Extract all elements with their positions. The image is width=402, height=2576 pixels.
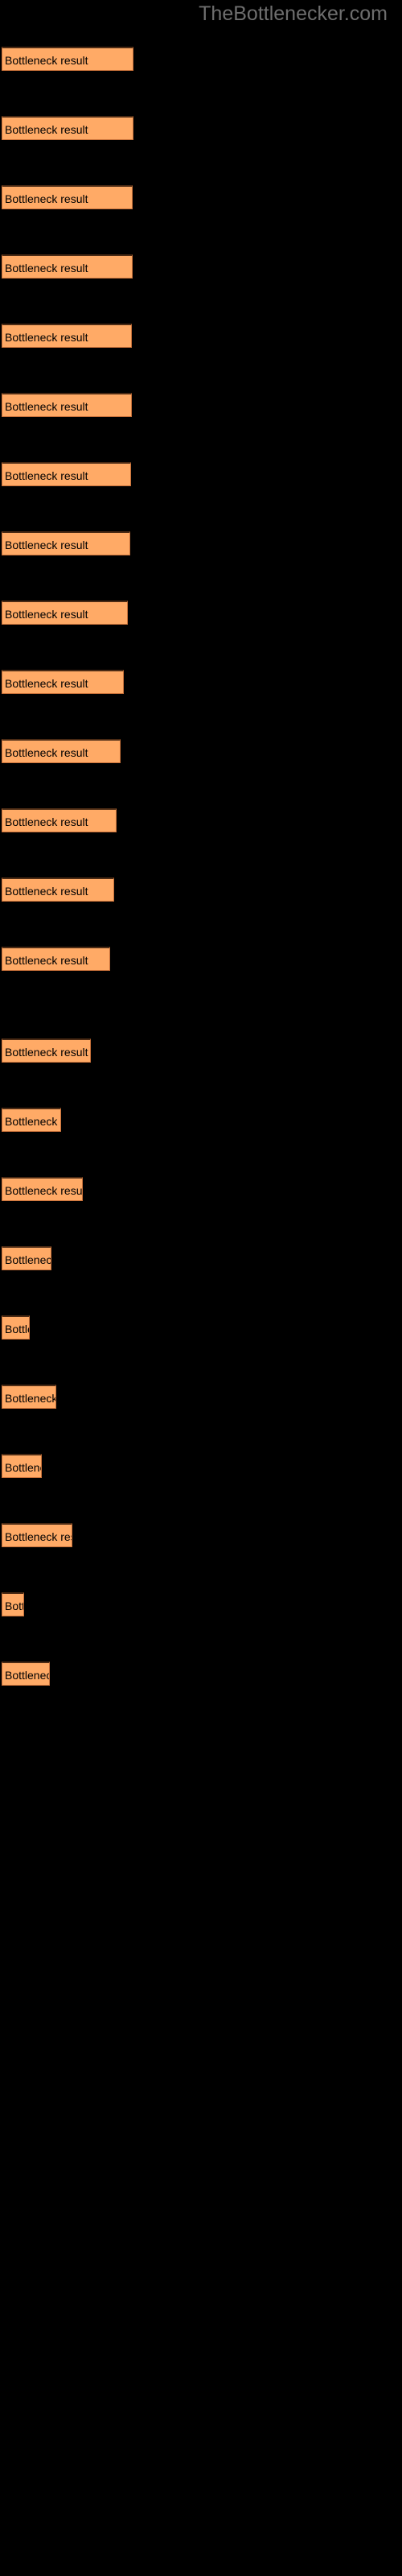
bar-row: Bottleneck result (2, 324, 132, 348)
bar-row: Bottleneck result (2, 601, 128, 625)
bottleneck-bar-chart: Bottleneck result Bottleneck result Bottle… (0, 0, 402, 1771)
bar-label: Bottleneck result (5, 1323, 29, 1335)
bar-label: Bottleneck result (5, 123, 88, 136)
bar-row: Bottleneck result (2, 1454, 42, 1478)
bar-label: Bottleneck result (5, 608, 88, 621)
bar-label: Bottleneck result (5, 1115, 60, 1128)
bottleneck-result-bar[interactable]: Bottleneck result (2, 877, 114, 902)
bar-label: Bottleneck result (5, 1046, 88, 1059)
bar-label: Bottleneck result (5, 815, 88, 828)
bar-label: Bottleneck result (5, 954, 88, 967)
bar-row: Bottleneck result (2, 1385, 56, 1409)
bar-row: Bottleneck result (2, 531, 130, 555)
bar-row: Bottleneck result (2, 1592, 24, 1616)
bar-label: Bottleneck result (5, 1184, 83, 1197)
bar-label: Bottleneck result (5, 400, 88, 413)
bottleneck-result-bar[interactable]: Bottleneck result (2, 1246, 51, 1270)
bottleneck-result-bar[interactable]: Bottleneck result (2, 1038, 91, 1063)
bottleneck-result-bar[interactable]: Bottleneck result (2, 462, 131, 486)
bottleneck-result-bar[interactable]: Bottleneck result (2, 947, 110, 971)
bottleneck-result-bar[interactable]: Bottleneck result (2, 185, 133, 209)
bar-label: Bottleneck result (5, 1530, 72, 1543)
bar-row: Bottleneck result (2, 808, 117, 832)
bar-label: Bottleneck result (5, 54, 88, 67)
bottleneck-result-bar[interactable]: Bottleneck result (2, 393, 132, 417)
bar-label: Bottleneck result (5, 1392, 56, 1405)
bottleneck-result-bar[interactable]: Bottleneck result (2, 1662, 50, 1686)
bar-row: Bottleneck result (2, 1108, 61, 1132)
bottleneck-result-bar[interactable]: Bottleneck result (2, 531, 130, 555)
bar-row: Bottleneck result (2, 47, 133, 71)
bar-row: Bottleneck result (2, 462, 131, 486)
bar-row: Bottleneck result (2, 670, 124, 694)
bottleneck-result-bar[interactable]: Bottleneck result (2, 1454, 42, 1478)
bottleneck-result-bar[interactable]: Bottleneck result (2, 1315, 30, 1340)
bottleneck-result-bar[interactable]: Bottleneck result (2, 47, 133, 71)
bar-label: Bottleneck result (5, 1461, 41, 1474)
bar-row: Bottleneck result (2, 947, 110, 971)
bar-label: Bottleneck result (5, 1600, 23, 1612)
bar-row: Bottleneck result (2, 877, 114, 902)
bar-label: Bottleneck result (5, 885, 88, 898)
bar-row: Bottleneck result (2, 1662, 50, 1686)
bottleneck-result-bar[interactable]: Bottleneck result (2, 1177, 83, 1201)
bar-label: Bottleneck result (5, 539, 88, 551)
bar-row: Bottleneck result (2, 393, 132, 417)
bar-row: Bottleneck result (2, 1315, 30, 1340)
bar-row: Bottleneck result (2, 1177, 83, 1201)
bottleneck-result-bar[interactable]: Bottleneck result (2, 1108, 61, 1132)
bar-label: Bottleneck result (5, 1669, 49, 1682)
bottleneck-result-bar[interactable]: Bottleneck result (2, 116, 133, 140)
bottleneck-result-bar[interactable]: Bottleneck result (2, 1592, 24, 1616)
bottleneck-result-bar[interactable]: Bottleneck result (2, 324, 132, 348)
bottleneck-result-bar[interactable]: Bottleneck result (2, 670, 124, 694)
bar-row: Bottleneck result (2, 1038, 91, 1063)
bar-label: Bottleneck result (5, 677, 88, 690)
bottleneck-result-bar[interactable]: Bottleneck result (2, 1385, 56, 1409)
bar-label: Bottleneck result (5, 192, 88, 205)
bar-row: Bottleneck result (2, 254, 133, 279)
bottleneck-result-bar[interactable]: Bottleneck result (2, 1523, 72, 1547)
bar-row: Bottleneck result (2, 116, 133, 140)
bottleneck-result-bar[interactable]: Bottleneck result (2, 739, 121, 763)
bottleneck-result-bar[interactable]: Bottleneck result (2, 254, 133, 279)
bar-label: Bottleneck result (5, 469, 88, 482)
bar-label: Bottleneck result (5, 262, 88, 275)
bar-row: Bottleneck result (2, 1246, 51, 1270)
bar-row: Bottleneck result (2, 739, 121, 763)
bottleneck-result-bar[interactable]: Bottleneck result (2, 601, 128, 625)
bar-row: Bottleneck result (2, 185, 133, 209)
bar-label: Bottleneck result (5, 331, 88, 344)
bar-label: Bottleneck result (5, 746, 88, 759)
bar-label: Bottleneck result (5, 1253, 51, 1266)
bar-row: Bottleneck result (2, 1523, 72, 1547)
bottleneck-result-bar[interactable]: Bottleneck result (2, 808, 117, 832)
